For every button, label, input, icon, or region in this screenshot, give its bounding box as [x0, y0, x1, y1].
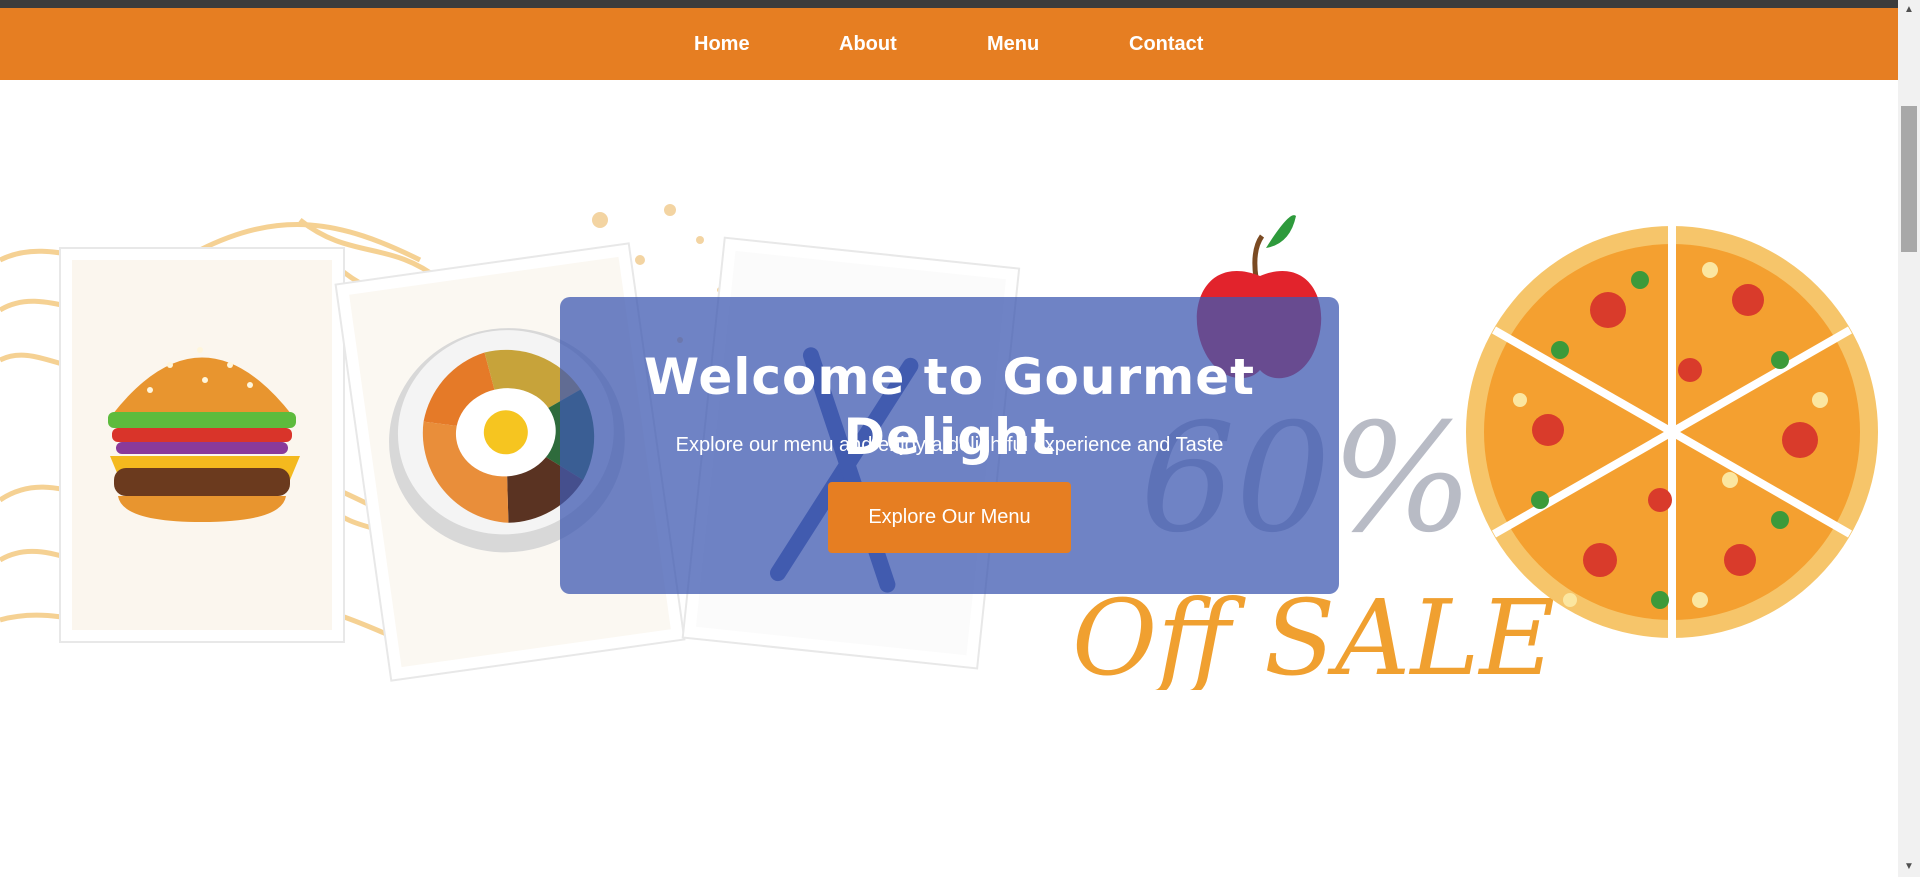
main-navbar: Home About Menu Contact [0, 8, 1898, 80]
nav-menu[interactable]: Menu [987, 8, 1039, 80]
page-scrollbar[interactable]: ▲ ▼ [1898, 0, 1920, 877]
nav-about[interactable]: About [839, 8, 897, 80]
scrollbar-thumb[interactable] [1901, 106, 1917, 252]
hero-subtitle: Explore our menu and enjoy a delightful … [675, 434, 1224, 456]
scroll-down-icon[interactable]: ▼ [1898, 857, 1920, 877]
pizza-icon [1466, 226, 1878, 638]
nav-home[interactable]: Home [694, 8, 750, 80]
explore-menu-button[interactable]: Explore Our Menu [828, 482, 1071, 553]
scroll-up-icon[interactable]: ▲ [1898, 0, 1920, 20]
nav-contact[interactable]: Contact [1129, 8, 1203, 80]
burger-frame [59, 247, 345, 643]
browser-top-strip [0, 0, 1898, 8]
hero-card: Welcome to Gourmet Delight Explore our m… [560, 297, 1339, 594]
